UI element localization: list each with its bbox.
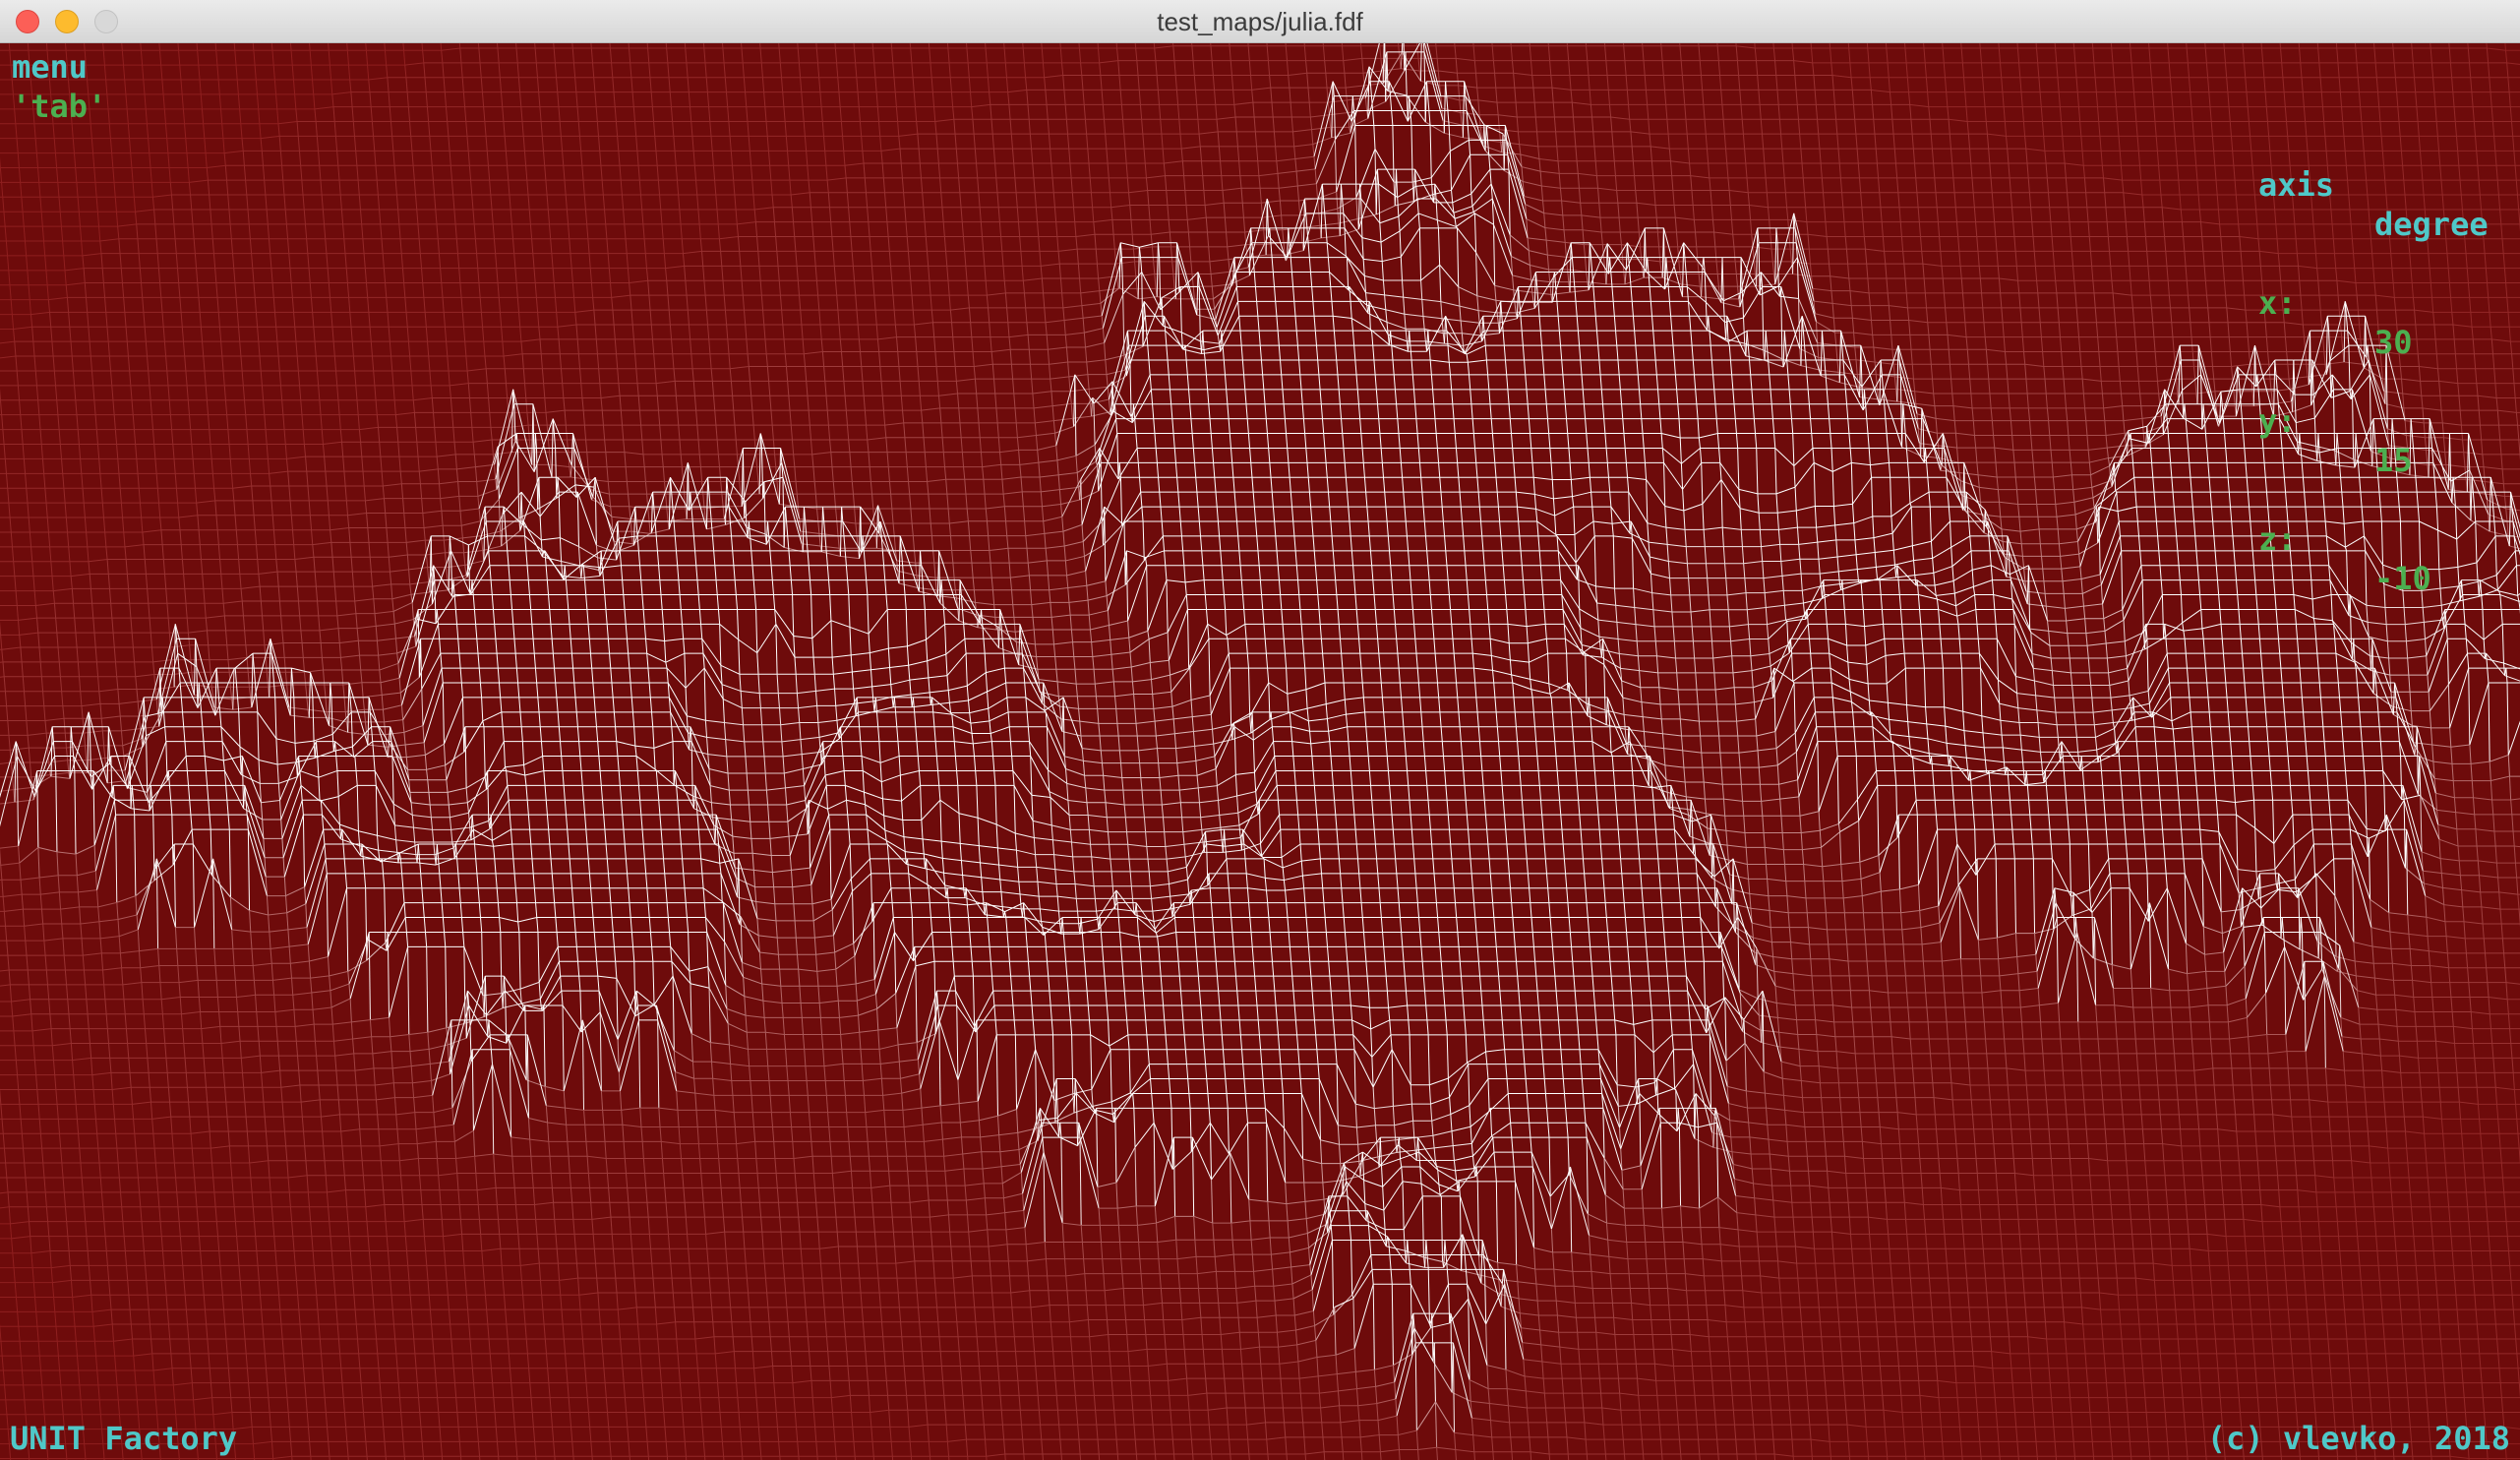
- rotation-row-z: z: -10: [2258, 480, 2514, 597]
- axis-z-degree: -10: [2374, 559, 2431, 598]
- title-bar[interactable]: test_maps/julia.fdf: [0, 0, 2520, 43]
- wireframe-canvas[interactable]: [0, 43, 2520, 1460]
- footer-copyright: (c) vlevko, 2018: [2207, 1419, 2510, 1458]
- axis-x-degree: 30: [2374, 323, 2413, 362]
- axis-y-degree: 15: [2374, 441, 2413, 480]
- menu-key-hint: 'tab': [12, 87, 106, 126]
- axis-z-label: z:: [2258, 519, 2297, 559]
- degree-header: degree: [2374, 205, 2489, 244]
- axis-header: axis: [2258, 165, 2334, 205]
- rotation-panel: axis degree x: 30 y: 15 z: -10: [2258, 47, 2514, 598]
- window-title: test_maps/julia.fdf: [0, 0, 2520, 43]
- menu-label: menu: [12, 47, 88, 87]
- app-window: test_maps/julia.fdf menu 'tab' axis degr…: [0, 0, 2520, 1460]
- rotation-header: axis degree: [2258, 126, 2514, 243]
- julia-wireframe-render: [0, 43, 2520, 1460]
- footer-credit-school: UNIT Factory: [10, 1419, 237, 1458]
- rotation-row-x: x: 30: [2258, 244, 2514, 361]
- rotation-row-y: y: 15: [2258, 362, 2514, 479]
- axis-x-label: x:: [2258, 283, 2297, 323]
- axis-y-label: y:: [2258, 401, 2297, 441]
